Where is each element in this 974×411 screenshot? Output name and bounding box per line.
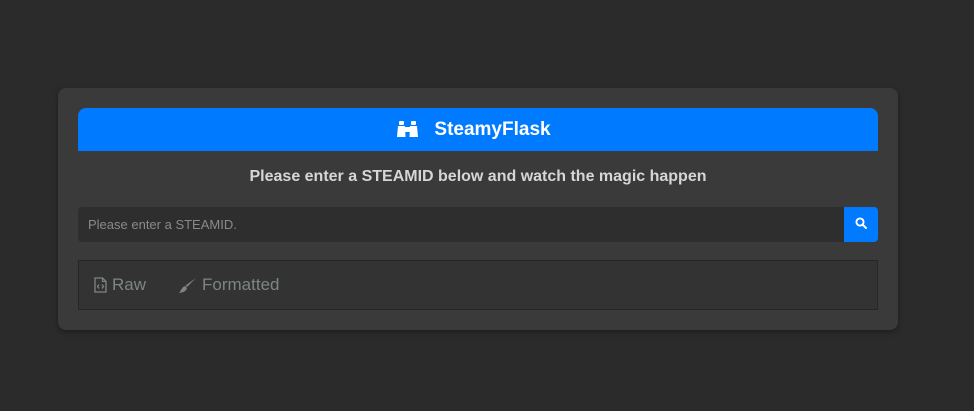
search-bar — [78, 207, 878, 242]
app-title: SteamyFlask — [434, 118, 551, 140]
app-header: SteamyFlask — [78, 108, 878, 151]
instruction-text: Please enter a STEAMID below and watch t… — [249, 168, 707, 185]
main-card: SteamyFlask Please enter a STEAMID below… — [58, 88, 898, 330]
output-tabs: Raw Formatted — [78, 260, 878, 310]
tab-raw-label: Raw — [112, 275, 147, 294]
tab-formatted-label: Formatted — [202, 275, 280, 294]
search-icon — [855, 217, 867, 232]
steamid-input[interactable] — [78, 207, 844, 242]
paint-brush-icon — [178, 277, 197, 294]
tab-raw[interactable]: Raw — [94, 275, 146, 295]
tab-formatted[interactable]: Formatted — [178, 275, 280, 295]
search-button[interactable] — [844, 207, 878, 242]
file-code-icon — [94, 277, 107, 293]
binoculars-icon — [397, 121, 419, 138]
